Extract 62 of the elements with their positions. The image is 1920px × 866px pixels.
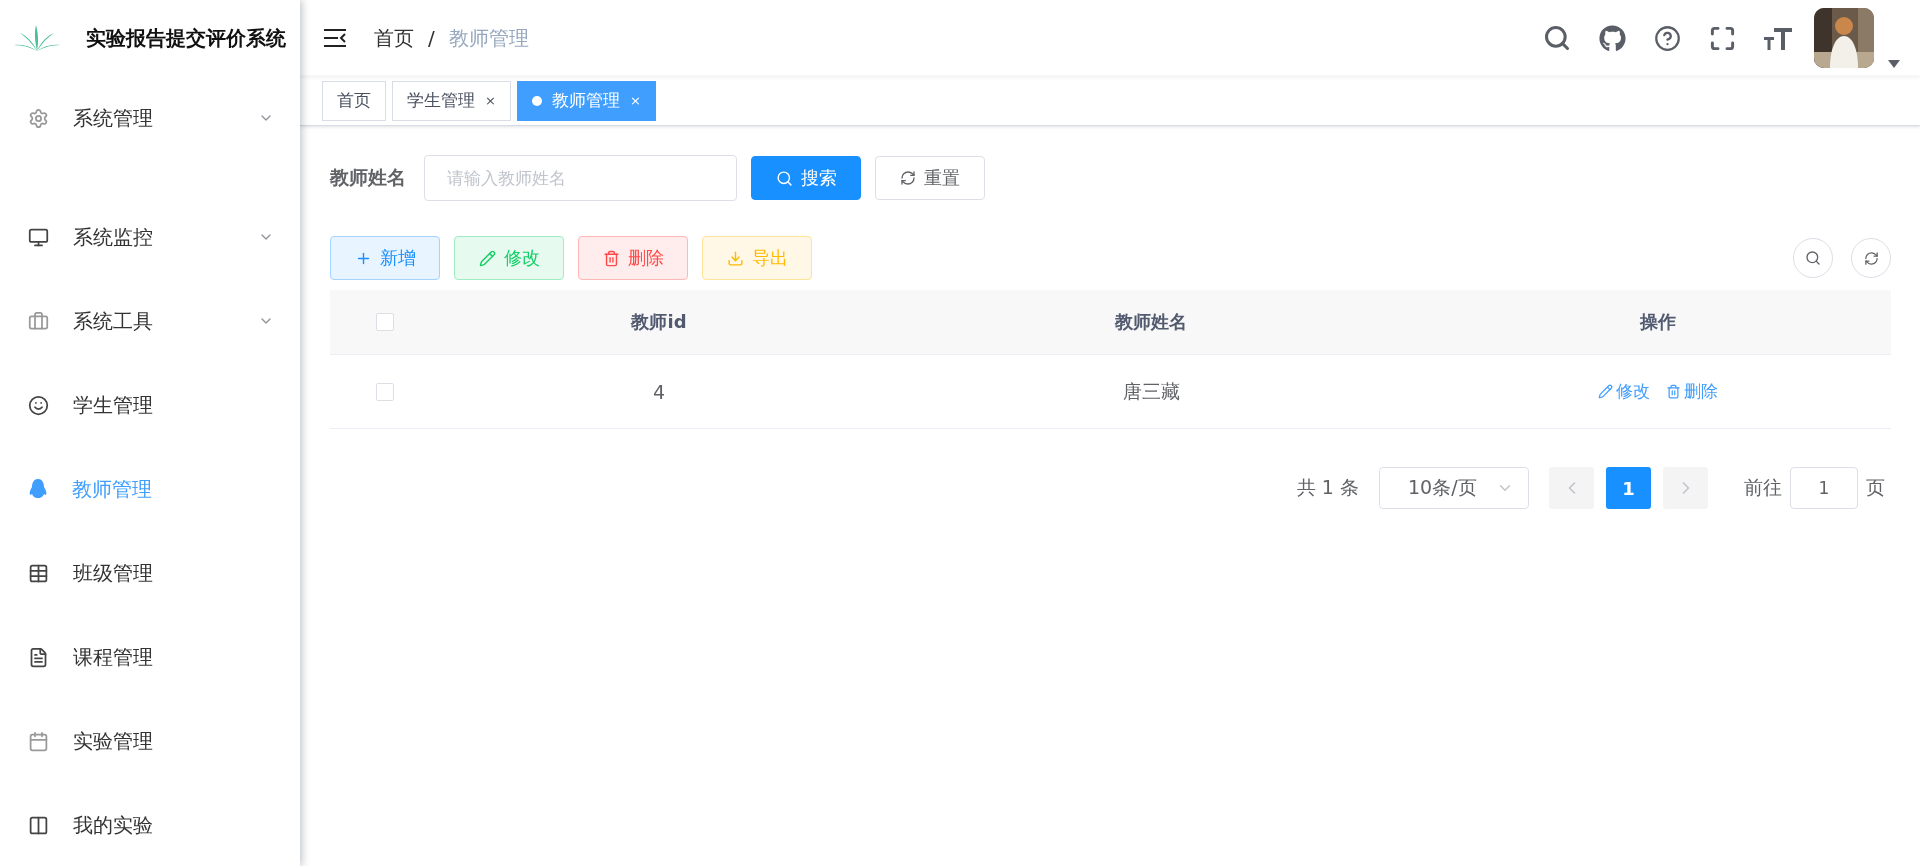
- search-icon: [775, 169, 793, 187]
- sidebar-item[interactable]: 系统工具: [0, 279, 300, 363]
- sidebar-item[interactable]: 班级管理: [0, 531, 300, 615]
- page-size-select[interactable]: 10条/页: [1379, 467, 1529, 509]
- search-button[interactable]: 搜索: [751, 156, 861, 200]
- column-header: 教师id: [440, 290, 878, 355]
- sidebar-item[interactable]: 实验管理: [0, 699, 300, 783]
- table-cell: 4: [440, 355, 878, 429]
- field-label: 教师姓名: [330, 165, 406, 190]
- active-dot-icon: [531, 95, 542, 106]
- total-count: 共 1 条: [1296, 475, 1359, 500]
- sidebar-item[interactable]: 课程管理: [0, 615, 300, 699]
- search-icon: [1805, 250, 1821, 266]
- menu-icon[interactable]: [324, 29, 346, 47]
- table-icon: [28, 562, 49, 584]
- goto-label: 前往: [1744, 475, 1782, 500]
- checkbox[interactable]: [376, 313, 394, 331]
- fullscreen-icon[interactable]: [1709, 24, 1736, 52]
- pencil-icon: [478, 249, 496, 267]
- refresh-icon: [1863, 250, 1879, 266]
- briefcase-icon: [28, 310, 49, 332]
- columns-icon: [28, 814, 49, 836]
- tab[interactable]: 首页: [322, 80, 386, 121]
- breadcrumb-item[interactable]: /: [428, 26, 435, 50]
- trash-icon: [602, 249, 620, 267]
- name-input-field[interactable]: 请输入教师姓名: [424, 155, 737, 201]
- page-suffix: 页: [1866, 475, 1885, 500]
- table-cell: 唐三藏: [878, 355, 1424, 429]
- tab-label: 教师管理: [551, 89, 620, 112]
- trash-icon: [1665, 384, 1681, 399]
- caret-icon[interactable]: [1888, 60, 1900, 68]
- monitor-icon: [28, 226, 49, 248]
- breadcrumb-item[interactable]: 首页: [374, 24, 414, 52]
- checkbox[interactable]: [376, 382, 394, 401]
- github-icon[interactable]: [1599, 24, 1626, 52]
- sidebar-item[interactable]: 系统监控: [0, 195, 300, 279]
- search-icon[interactable]: [1543, 24, 1571, 52]
- tab-label: 首页: [337, 89, 371, 112]
- sidebar-item[interactable]: 我的实验: [0, 783, 300, 866]
- column-header: 教师姓名: [878, 290, 1424, 355]
- refresh-icon: [900, 170, 916, 186]
- page-button[interactable]: 1: [1606, 467, 1651, 509]
- tab-label: 学生管理: [407, 89, 475, 112]
- close-icon[interactable]: ×: [485, 93, 496, 108]
- download-icon: [726, 249, 744, 267]
- search-toggle-button[interactable]: [1793, 238, 1833, 278]
- column-header: 操作: [1424, 290, 1891, 355]
- settings-icon: [28, 107, 49, 129]
- sidebar-item[interactable]: 学生管理: [0, 363, 300, 447]
- refresh-button[interactable]: [1851, 238, 1891, 278]
- face-icon: [28, 394, 49, 416]
- document-icon: [28, 646, 49, 668]
- calendar-icon: [28, 730, 49, 752]
- reset-button[interactable]: 重置: [875, 156, 985, 200]
- sidebar-item[interactable]: 系统管理: [0, 76, 300, 160]
- penguin-icon: [28, 478, 48, 500]
- tab[interactable]: 学生管理 ×: [392, 80, 511, 121]
- page-input-field[interactable]: 1: [1790, 467, 1858, 509]
- pencil-icon: [1597, 384, 1613, 399]
- breadcrumb-item: 教师管理: [448, 24, 529, 52]
- help-icon[interactable]: [1654, 24, 1681, 52]
- app-title: 实验报告提交评价系统: [86, 24, 286, 52]
